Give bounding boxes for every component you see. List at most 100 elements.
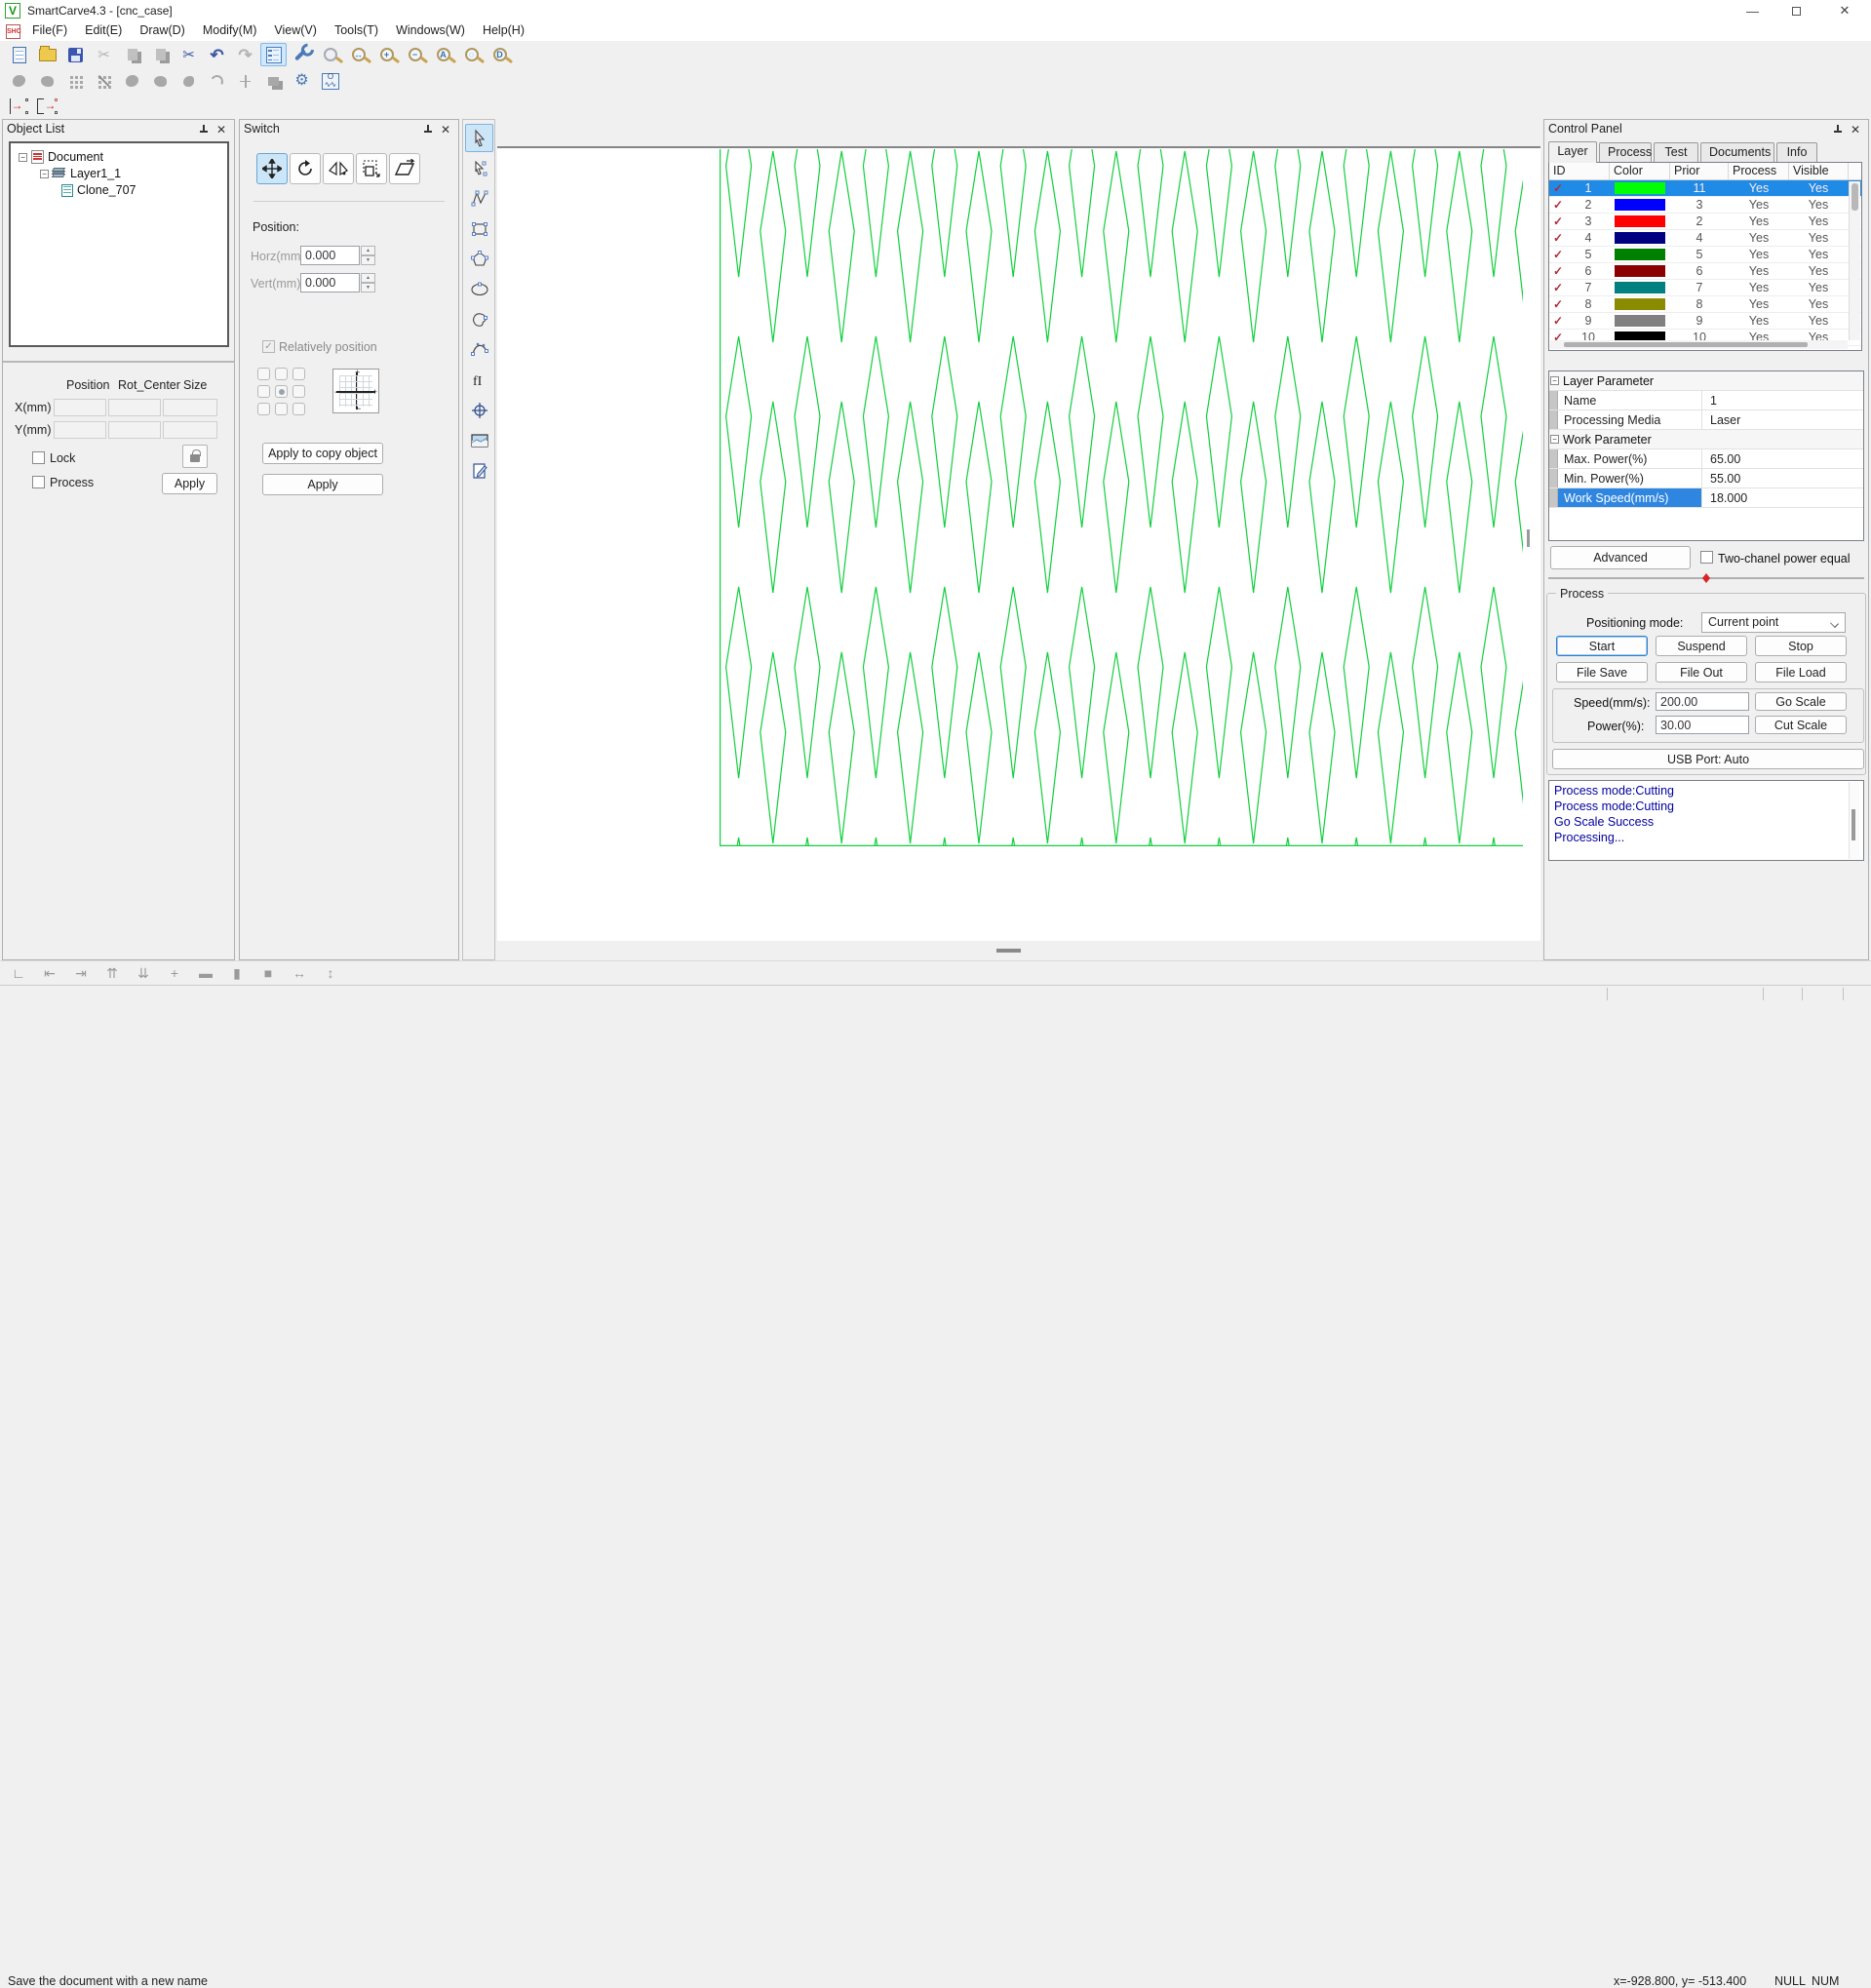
param-value[interactable]: 18.000 — [1702, 491, 1863, 505]
tab-process[interactable]: Process — [1599, 142, 1652, 162]
menu-edite[interactable]: Edit(E) — [76, 21, 131, 39]
layer-table-vthumb[interactable] — [1852, 183, 1858, 211]
file-out-button[interactable]: File Out — [1656, 662, 1747, 682]
go-scale-button[interactable]: Go Scale — [1755, 692, 1847, 711]
maximize-button[interactable] — [1774, 0, 1818, 21]
layer-row[interactable]: ✓ 2 3 Yes Yes — [1549, 197, 1861, 214]
layer-check-icon[interactable]: ✓ — [1549, 231, 1567, 245]
control-panel-close-icon[interactable]: ✕ — [1849, 123, 1862, 136]
position-tool[interactable] — [465, 396, 493, 424]
tab-test[interactable]: Test — [1654, 142, 1698, 162]
layer-color-swatch[interactable] — [1610, 296, 1670, 312]
layer-color-swatch[interactable] — [1610, 214, 1670, 229]
horz-input[interactable]: 0.000 — [300, 246, 360, 265]
layer-table-vscrollbar[interactable] — [1849, 181, 1860, 340]
space-horizontal-icon[interactable]: ↔ — [287, 963, 312, 984]
anchor-1-2[interactable] — [292, 385, 305, 398]
same-height-icon[interactable]: ▮ — [224, 963, 250, 984]
bezier-tool[interactable] — [465, 335, 493, 364]
same-size-icon[interactable]: ■ — [255, 963, 281, 984]
file-save-button[interactable]: File Save — [1556, 662, 1648, 682]
x-size-field[interactable] — [163, 399, 217, 416]
control-panel-pin-icon[interactable] — [1831, 123, 1845, 136]
layer-table-hscrollbar[interactable] — [1550, 340, 1848, 349]
cut-icon[interactable]: ✂ — [91, 43, 117, 66]
layer-color-swatch[interactable] — [1610, 280, 1670, 295]
open-file-icon[interactable] — [34, 43, 60, 66]
cut-inout-icon[interactable]: → — [34, 95, 60, 118]
anchor-2-1[interactable] — [275, 403, 288, 415]
arc-measure-icon[interactable] — [204, 69, 230, 93]
menu-toolst[interactable]: Tools(T) — [326, 21, 387, 39]
param-row[interactable]: Name 1 — [1549, 391, 1863, 410]
x-rotcenter-field[interactable] — [108, 399, 161, 416]
start-button[interactable]: Start — [1556, 636, 1648, 656]
zoom-out-icon[interactable]: − — [402, 43, 428, 66]
zoom-page-icon[interactable]: D — [487, 43, 513, 66]
paste-icon[interactable] — [147, 43, 174, 66]
anchor-0-2[interactable] — [292, 368, 305, 380]
trim-icon[interactable] — [34, 69, 60, 93]
cut-scale-button[interactable]: Cut Scale — [1755, 716, 1847, 734]
path-preview-icon[interactable]: O ∿∿ — [317, 69, 343, 93]
save-icon[interactable] — [62, 43, 89, 66]
zoom-in-icon[interactable]: + — [373, 43, 400, 66]
tree-expander-icon[interactable]: − — [40, 169, 49, 178]
y-position-field[interactable] — [54, 421, 106, 439]
copy-icon[interactable] — [119, 43, 145, 66]
tab-info[interactable]: Info — [1776, 142, 1817, 162]
log-vscroll-thumb[interactable] — [1852, 809, 1855, 840]
layer-row[interactable]: ✓ 9 9 Yes Yes — [1549, 313, 1861, 330]
shear-tool[interactable] — [389, 153, 420, 184]
process-checkbox[interactable] — [32, 476, 45, 488]
relatively-position-checkbox[interactable]: ✓ — [262, 340, 275, 353]
layer-row[interactable]: ✓ 8 8 Yes Yes — [1549, 296, 1861, 313]
layer-check-icon[interactable]: ✓ — [1549, 314, 1567, 328]
pan-zoom-icon[interactable]: ↔ — [345, 43, 371, 66]
text-tool[interactable]: fI — [465, 366, 493, 394]
power-input[interactable]: 30.00 — [1656, 716, 1749, 734]
rectangle-tool[interactable] — [465, 214, 493, 243]
space-vertical-icon[interactable]: ↕ — [318, 963, 343, 984]
anchor-1-1[interactable] — [275, 385, 288, 398]
tree-item-layer1_1[interactable]: − Layer1_1 — [40, 166, 121, 181]
polygon-tool[interactable] — [465, 245, 493, 273]
layer-row[interactable]: ✓ 7 7 Yes Yes — [1549, 280, 1861, 296]
mirror-tool[interactable] — [323, 153, 354, 184]
object-list-close-icon[interactable]: ✕ — [214, 123, 228, 136]
close-button[interactable]: ✕ — [1818, 0, 1871, 21]
collapse-icon[interactable]: − — [1550, 435, 1559, 444]
hinge-pattern[interactable] — [720, 149, 1523, 846]
layer-check-icon[interactable]: ✓ — [1549, 281, 1567, 294]
layer-row[interactable]: ✓ 4 4 Yes Yes — [1549, 230, 1861, 247]
smooth-icon[interactable] — [119, 69, 145, 93]
menu-windowsw[interactable]: Windows(W) — [387, 21, 474, 39]
y-rotcenter-field[interactable] — [108, 421, 161, 439]
layer-check-icon[interactable]: ✓ — [1549, 264, 1567, 278]
same-width-icon[interactable]: ▬ — [193, 963, 218, 984]
horz-spinner[interactable]: ▲ ▼ — [361, 246, 375, 265]
cut-object-icon[interactable]: ✂ — [175, 43, 202, 66]
layer-check-icon[interactable]: ✓ — [1549, 198, 1567, 212]
node-edit-tool[interactable] — [465, 154, 493, 182]
array-cross-icon[interactable] — [91, 69, 117, 93]
layer-color-swatch[interactable] — [1610, 247, 1670, 262]
param-value[interactable]: 55.00 — [1702, 472, 1863, 486]
ellipse-tool[interactable] — [465, 275, 493, 303]
param-row[interactable]: Processing Media Laser — [1549, 410, 1863, 430]
x-position-field[interactable] — [54, 399, 106, 416]
stop-button[interactable]: Stop — [1755, 636, 1847, 656]
switch-pin-icon[interactable] — [421, 123, 435, 136]
object-list-pin-icon[interactable] — [197, 123, 211, 136]
advanced-button[interactable]: Advanced — [1550, 546, 1691, 569]
weld-icon[interactable] — [6, 69, 32, 93]
object-list-toggle-icon[interactable] — [260, 43, 287, 66]
speed-input[interactable]: 200.00 — [1656, 692, 1749, 711]
machine-config-gear-icon[interactable]: ⚙ — [289, 69, 315, 93]
align-center-icon[interactable]: + — [162, 963, 187, 984]
menu-helph[interactable]: Help(H) — [474, 21, 533, 39]
layer-color-swatch[interactable] — [1610, 313, 1670, 329]
anchor-1-0[interactable] — [257, 385, 270, 398]
layer-check-icon[interactable]: ✓ — [1549, 214, 1567, 228]
vert-spinner[interactable]: ▲ ▼ — [361, 273, 375, 292]
